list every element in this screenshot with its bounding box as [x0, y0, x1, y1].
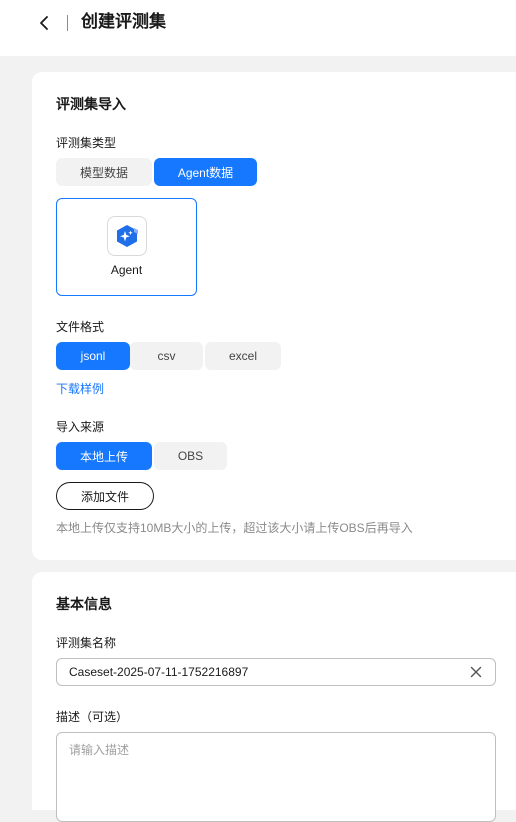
- upload-size-hint: 本地上传仅支持10MB大小的上传，超过该大小请上传OBS后再导入: [56, 521, 413, 535]
- close-icon: [470, 666, 482, 678]
- basic-info-card: 基本信息 评测集名称 描述（可选）: [32, 572, 516, 822]
- type-option-model-data[interactable]: 模型数据: [56, 158, 152, 186]
- agent-sparkle-icon: [117, 225, 138, 247]
- agent-icon-box: [107, 216, 147, 256]
- type-option-agent-data[interactable]: Agent数据: [154, 158, 257, 186]
- source-option-obs[interactable]: OBS: [154, 442, 227, 470]
- format-option-csv[interactable]: csv: [130, 342, 203, 370]
- page-title: 创建评测集: [81, 12, 166, 31]
- import-section-title: 评测集导入: [56, 96, 126, 112]
- description-field[interactable]: [56, 732, 496, 822]
- agent-card-label: Agent: [110, 263, 143, 277]
- add-file-button[interactable]: 添加文件: [56, 482, 154, 510]
- source-option-local-upload[interactable]: 本地上传: [56, 442, 152, 470]
- dataset-name-field[interactable]: [56, 658, 496, 686]
- back-button[interactable]: [36, 12, 54, 34]
- title-divider: [67, 15, 68, 31]
- chevron-left-icon: [40, 16, 48, 30]
- description-textarea[interactable]: [69, 741, 479, 811]
- download-sample-link[interactable]: 下载样例: [56, 380, 104, 397]
- description-label: 描述（可选）: [56, 710, 129, 724]
- basic-info-title: 基本信息: [56, 596, 112, 612]
- format-option-jsonl[interactable]: jsonl: [56, 342, 130, 370]
- top-bar: 创建评测集: [0, 0, 516, 56]
- dataset-type-label: 评测集类型: [56, 136, 117, 150]
- dataset-name-input[interactable]: [69, 663, 459, 681]
- agent-type-card[interactable]: Agent: [56, 198, 197, 296]
- import-source-label: 导入来源: [56, 420, 105, 434]
- format-option-excel[interactable]: excel: [205, 342, 281, 370]
- import-card: 评测集导入 评测集类型 模型数据 Agent数据 Agent 文件格式 json…: [32, 72, 516, 560]
- dataset-name-label: 评测集名称: [56, 636, 117, 650]
- file-format-label: 文件格式: [56, 320, 105, 334]
- clear-input-button[interactable]: [469, 665, 483, 679]
